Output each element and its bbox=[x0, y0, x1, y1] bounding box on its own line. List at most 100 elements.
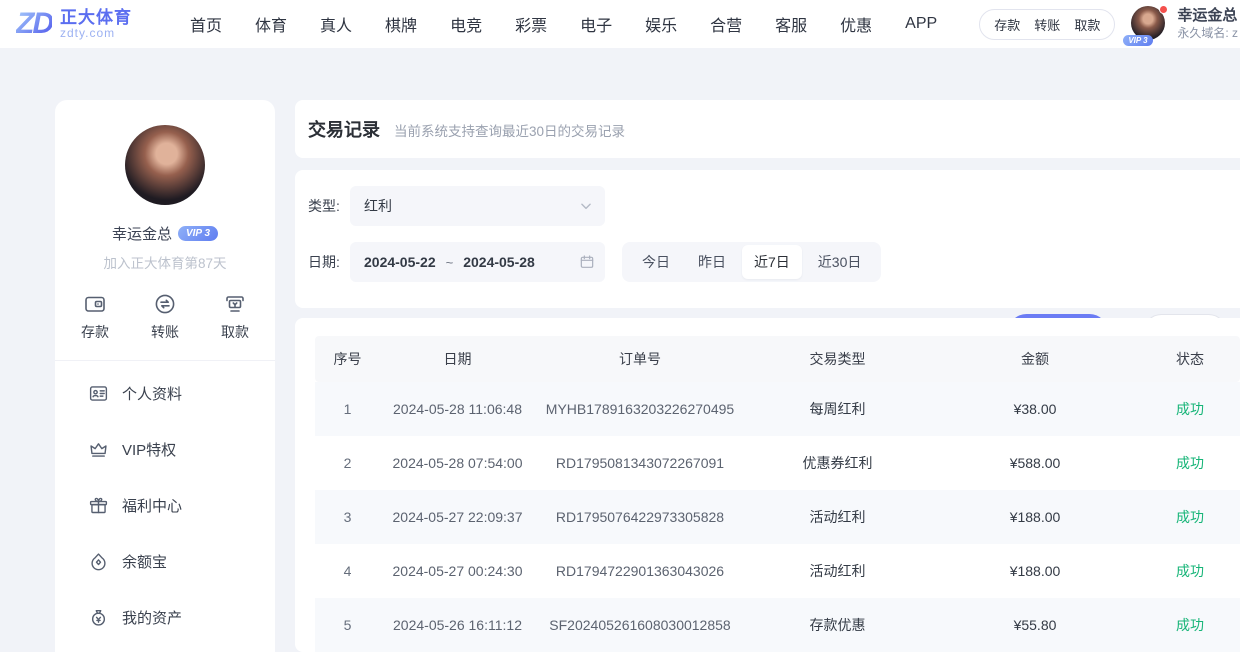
logo-monogram-icon: ZD bbox=[16, 9, 52, 39]
table-row[interactable]: 3 2024-05-27 22:09:37 RD1795076422973305… bbox=[315, 490, 1240, 544]
sidebar-menu-item[interactable]: 取款卡 bbox=[88, 645, 275, 652]
quick-range-group: 今日昨日近7日近30日 bbox=[622, 242, 881, 282]
cell-date: 2024-05-28 11:06:48 bbox=[380, 401, 535, 417]
status-badge: 成功 bbox=[1140, 453, 1240, 473]
cell-type: 优惠券红利 bbox=[745, 453, 930, 473]
quick-action[interactable]: 转账 bbox=[151, 292, 179, 342]
profile-username: 幸运金总 bbox=[112, 223, 172, 244]
sidebar-menu-item[interactable]: 个人资料 bbox=[88, 365, 275, 421]
header-wallet-button[interactable]: 取款 bbox=[1074, 15, 1100, 34]
cell-order: SF202405261608030012858 bbox=[535, 617, 745, 633]
type-select-value: 红利 bbox=[364, 196, 392, 216]
sidebar-menu-label: 福利中心 bbox=[122, 495, 182, 516]
sidebar-menu-item[interactable]: 福利中心 bbox=[88, 477, 275, 533]
sidebar-menu-item[interactable]: 余额宝 bbox=[88, 533, 275, 589]
join-days-note: 加入正大体育第87天 bbox=[55, 252, 275, 272]
cell-order: RD1795076422973305828 bbox=[535, 509, 745, 525]
nav-item[interactable]: 棋牌 bbox=[385, 12, 417, 36]
sidebar-menu-item[interactable]: VIP特权 bbox=[88, 421, 275, 477]
quick-range-button[interactable]: 近7日 bbox=[742, 245, 802, 279]
username: 幸运金总 bbox=[1177, 7, 1238, 26]
transactions-table: 序号日期订单号交易类型金额状态 1 2024-05-28 11:06:48 MY… bbox=[315, 336, 1240, 652]
coin-icon bbox=[88, 551, 109, 572]
header-wallet-buttons: 存款转账取款 bbox=[979, 9, 1115, 40]
sidebar-menu-label: 余额宝 bbox=[122, 551, 167, 572]
status-badge: 成功 bbox=[1140, 615, 1240, 635]
chevron-down-icon bbox=[579, 199, 593, 213]
cell-type: 存款优惠 bbox=[745, 615, 930, 635]
quick-range-button[interactable]: 昨日 bbox=[686, 245, 738, 279]
date-start: 2024-05-22 bbox=[364, 254, 436, 270]
quick-action[interactable]: 存款 bbox=[81, 292, 109, 342]
cell-amount: ¥188.00 bbox=[930, 563, 1140, 579]
cell-order: MYHB1789163203226270495 bbox=[535, 401, 745, 417]
type-select[interactable]: 红利 bbox=[350, 186, 605, 226]
sidebar-menu-label: 个人资料 bbox=[122, 383, 182, 404]
transactions-table-card: 序号日期订单号交易类型金额状态 1 2024-05-28 11:06:48 MY… bbox=[295, 318, 1240, 652]
nav-item[interactable]: 彩票 bbox=[515, 12, 547, 36]
date-filter-label: 日期: bbox=[308, 252, 350, 272]
nav-item[interactable]: 客服 bbox=[775, 12, 807, 36]
sidebar-quick-actions: 存款 转账 取款 bbox=[55, 272, 275, 342]
withdraw-icon bbox=[223, 292, 247, 316]
sidebar-menu: 个人资料 VIP特权 福利中心 余额宝 bbox=[55, 365, 275, 652]
cell-date: 2024-05-27 22:09:37 bbox=[380, 509, 535, 525]
nav-item[interactable]: 首页 bbox=[190, 12, 222, 36]
type-filter-label: 类型: bbox=[308, 196, 350, 216]
table-row[interactable]: 2 2024-05-28 07:54:00 RD1795081343072267… bbox=[315, 436, 1240, 490]
table-column-header: 状态 bbox=[1140, 349, 1240, 369]
cell-date: 2024-05-27 00:24:30 bbox=[380, 563, 535, 579]
title-card: 交易记录 当前系统支持查询最近30日的交易记录 bbox=[295, 100, 1240, 158]
cell-no: 1 bbox=[315, 401, 380, 417]
cell-type: 每周红利 bbox=[745, 399, 930, 419]
profile-avatar[interactable] bbox=[125, 125, 205, 205]
cell-order: RD1794722901363043026 bbox=[535, 563, 745, 579]
table-row[interactable]: 1 2024-05-28 11:06:48 MYHB17891632032262… bbox=[315, 382, 1240, 436]
table-row[interactable]: 4 2024-05-27 00:24:30 RD1794722901363043… bbox=[315, 544, 1240, 598]
cell-no: 5 bbox=[315, 617, 380, 633]
cell-no: 2 bbox=[315, 455, 380, 471]
cell-amount: ¥188.00 bbox=[930, 509, 1140, 525]
header-wallet-button[interactable]: 转账 bbox=[1034, 15, 1060, 34]
brand-domain: zdty.com bbox=[60, 27, 132, 40]
quick-action-label: 存款 bbox=[81, 322, 109, 342]
quick-range-button[interactable]: 今日 bbox=[630, 245, 682, 279]
cell-type: 活动红利 bbox=[745, 561, 930, 581]
brand-name: 正大体育 bbox=[60, 9, 132, 27]
status-badge: 成功 bbox=[1140, 561, 1240, 581]
wallet-icon bbox=[83, 292, 107, 316]
nav-item[interactable]: 合营 bbox=[710, 12, 742, 36]
page-title: 交易记录 bbox=[308, 116, 380, 142]
table-column-header: 交易类型 bbox=[745, 349, 930, 369]
user-avatar[interactable]: VIP 3 bbox=[1131, 6, 1167, 42]
table-row[interactable]: 5 2024-05-26 16:11:12 SF2024052616080300… bbox=[315, 598, 1240, 652]
table-body: 1 2024-05-28 11:06:48 MYHB17891632032262… bbox=[315, 382, 1240, 652]
header-wallet-button[interactable]: 存款 bbox=[994, 15, 1020, 34]
status-badge: 成功 bbox=[1140, 399, 1240, 419]
nav-item[interactable]: APP bbox=[905, 15, 937, 33]
brand-logo[interactable]: ZD 正大体育 zdty.com bbox=[0, 9, 132, 39]
nav-item[interactable]: 优惠 bbox=[840, 12, 872, 36]
cell-date: 2024-05-26 16:11:12 bbox=[380, 617, 535, 633]
nav-item[interactable]: 电竞 bbox=[450, 12, 482, 36]
cell-order: RD1795081343072267091 bbox=[535, 455, 745, 471]
vip-badge: VIP 3 bbox=[1123, 35, 1152, 46]
nav-item[interactable]: 电子 bbox=[580, 12, 612, 36]
transfer-icon bbox=[153, 292, 177, 316]
sidebar-menu-label: VIP特权 bbox=[122, 439, 176, 460]
quick-action-label: 取款 bbox=[221, 322, 249, 342]
nav-item[interactable]: 体育 bbox=[255, 12, 287, 36]
quick-range-button[interactable]: 近30日 bbox=[806, 245, 874, 279]
table-header-row: 序号日期订单号交易类型金额状态 bbox=[315, 336, 1240, 382]
quick-action[interactable]: 取款 bbox=[221, 292, 249, 342]
sidebar-menu-item[interactable]: 我的资产 bbox=[88, 589, 275, 645]
quick-action-label: 转账 bbox=[151, 322, 179, 342]
nav-item[interactable]: 真人 bbox=[320, 12, 352, 36]
user-info: 幸运金总 永久域名: z bbox=[1177, 7, 1238, 41]
calendar-icon bbox=[579, 254, 595, 270]
divider bbox=[55, 360, 275, 361]
profile-vip-badge: VIP 3 bbox=[178, 226, 218, 241]
header-right: 存款转账取款 VIP 3 幸运金总 永久域名: z bbox=[979, 0, 1240, 48]
date-range-input[interactable]: 2024-05-22 ~ 2024-05-28 bbox=[350, 242, 605, 282]
nav-item[interactable]: 娱乐 bbox=[645, 12, 677, 36]
